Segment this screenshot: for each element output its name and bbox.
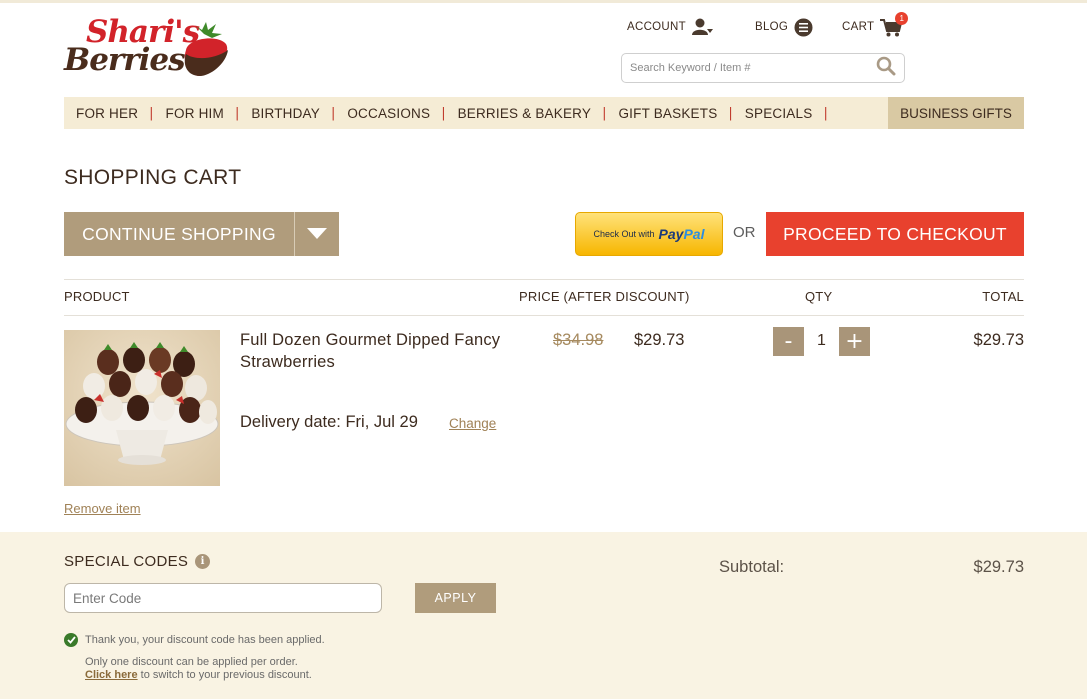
main-nav: FOR HER | FOR HIM | BIRTHDAY | OCCASIONS… — [64, 97, 1024, 129]
nav-item-for-her[interactable]: FOR HER — [64, 106, 149, 121]
info-icon[interactable]: i — [195, 554, 211, 569]
column-header-qty: QTY — [805, 289, 833, 304]
nav-separator: | — [823, 105, 828, 121]
discounted-price: $29.73 — [634, 331, 685, 349]
table-divider — [64, 279, 1024, 280]
switch-discount-text: to switch to your previous discount. — [137, 669, 312, 681]
nav-item-for-him[interactable]: FOR HIM — [154, 106, 235, 121]
subtotal-value: $29.73 — [973, 558, 1024, 576]
paypal-logo: PayPal — [658, 226, 705, 242]
switch-discount-link[interactable]: Click here — [85, 669, 138, 681]
product-name[interactable]: Full Dozen Gourmet Dipped Fancy Strawber… — [240, 329, 510, 373]
qty-decrease-button[interactable]: - — [773, 327, 804, 356]
proceed-to-checkout-button[interactable]: PROCEED TO CHECKOUT — [766, 212, 1024, 256]
continue-shopping-button[interactable]: CONTINUE SHOPPING — [64, 212, 339, 256]
change-delivery-link[interactable]: Change — [449, 416, 496, 431]
cart-label: CART — [842, 21, 875, 33]
discount-success-message: Thank you, your discount code has been a… — [64, 633, 325, 647]
switch-discount-note: Click here to switch to your previous di… — [85, 669, 312, 681]
search-input[interactable] — [630, 62, 876, 74]
special-codes-label: SPECIAL CODES — [64, 553, 189, 570]
nav-item-gift-baskets[interactable]: GIFT BASKETS — [606, 106, 728, 121]
qty-increase-button[interactable]: + — [839, 327, 870, 356]
continue-shopping-label: CONTINUE SHOPPING — [82, 223, 276, 244]
column-header-total: TOTAL — [982, 289, 1024, 304]
cart-link[interactable]: CART 1 — [842, 11, 909, 40]
check-icon — [64, 633, 78, 647]
blog-link[interactable]: BLOG — [755, 14, 813, 40]
original-price: $34.98 — [553, 331, 604, 349]
blog-icon — [794, 18, 813, 37]
delivery-date: Delivery date: Fri, Jul 29 — [240, 413, 418, 431]
discount-note: Only one discount can be applied per ord… — [85, 656, 298, 668]
top-border — [0, 0, 1087, 3]
promo-code-input[interactable] — [64, 583, 382, 613]
user-icon — [691, 18, 714, 36]
chevron-down-icon[interactable] — [295, 212, 339, 256]
paypal-checkout-button[interactable]: Check Out with PayPal — [575, 212, 723, 256]
cart-count-badge: 1 — [895, 11, 909, 25]
column-header-price: PRICE (AFTER DISCOUNT) — [519, 289, 690, 304]
blog-label: BLOG — [755, 21, 789, 33]
page-title: SHOPPING CART — [64, 166, 242, 189]
apply-code-button[interactable]: APPLY — [415, 583, 496, 613]
column-header-product: PRODUCT — [64, 289, 130, 304]
nav-item-occasions[interactable]: OCCASIONS — [335, 106, 441, 121]
discount-success-text: Thank you, your discount code has been a… — [85, 634, 325, 646]
nav-item-specials[interactable]: SPECIALS — [733, 106, 824, 121]
strawberry-icon — [184, 22, 228, 76]
account-link[interactable]: ACCOUNT — [627, 14, 714, 40]
logo[interactable]: Shari's Berries — [64, 14, 234, 80]
nav-item-business-gifts[interactable]: BUSINESS GIFTS — [888, 97, 1024, 129]
line-total: $29.73 — [973, 331, 1024, 349]
special-codes-heading: SPECIAL CODES i — [64, 553, 211, 570]
remove-item-link[interactable]: Remove item — [64, 501, 141, 516]
or-label: OR — [733, 224, 756, 241]
table-divider — [64, 315, 1024, 316]
account-label: ACCOUNT — [627, 21, 686, 33]
search-icon[interactable] — [876, 56, 896, 80]
nav-item-berries-bakery[interactable]: BERRIES & BAKERY — [446, 106, 603, 121]
nav-item-birthday[interactable]: BIRTHDAY — [239, 106, 331, 121]
logo-text-line2: Berries — [64, 42, 186, 78]
product-image[interactable] — [64, 330, 220, 486]
paypal-prefix: Check Out with — [593, 229, 655, 239]
subtotal-label: Subtotal: — [719, 558, 785, 576]
qty-value[interactable]: 1 — [804, 332, 839, 350]
search-box — [621, 53, 905, 83]
cart-icon: 1 — [880, 11, 909, 37]
